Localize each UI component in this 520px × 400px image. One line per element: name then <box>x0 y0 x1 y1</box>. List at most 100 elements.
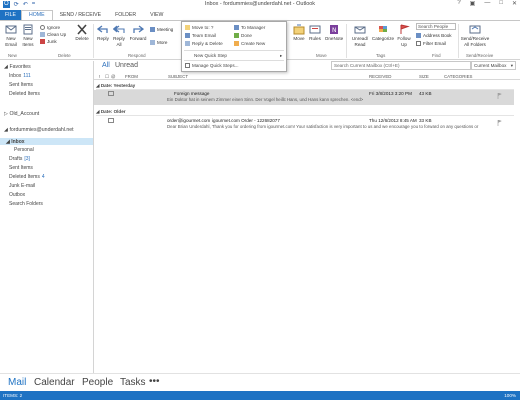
favorite-deleted-items[interactable]: Deleted Items <box>9 91 40 97</box>
nav-more-icon[interactable]: ••• <box>149 376 160 387</box>
nav-calendar[interactable]: Calendar <box>34 377 75 388</box>
folder-label: Inbox <box>11 139 25 145</box>
delete-button[interactable]: Delete <box>73 24 91 42</box>
reply-all-button[interactable]: Reply All <box>111 24 127 47</box>
help-icon[interactable]: ? <box>457 0 460 7</box>
message-row[interactable]: Foreign message Ein Doktor hat in seinem… <box>94 90 514 105</box>
quick-step-reply-delete[interactable]: Reply & Delete <box>185 41 223 46</box>
group-label-tags: Tags <box>376 53 386 58</box>
attachment-column-icon[interactable]: @ <box>111 74 115 79</box>
folder-inbox[interactable]: ◢ Inbox <box>6 139 25 145</box>
nav-mail[interactable]: Mail <box>8 377 26 388</box>
unread-count: 4 <box>41 174 45 180</box>
draft-count: [3] <box>24 156 30 162</box>
favorites-header[interactable]: ◢ Favorites <box>4 64 31 70</box>
follow-up-button[interactable]: Follow Up <box>395 24 413 47</box>
message-received: Thu 12/6/2012 8:45 AM <box>369 118 417 123</box>
column-size[interactable]: SIZE <box>419 74 429 79</box>
folder-deleted-items[interactable]: Deleted Items 4 <box>9 174 45 180</box>
tab-send-receive[interactable]: SEND / RECEIVE <box>53 10 109 20</box>
ignore-button[interactable]: Ignore <box>40 25 60 30</box>
folder-search-folders[interactable]: Search Folders <box>9 201 43 207</box>
tab-view[interactable]: VIEW <box>143 10 170 20</box>
team-email-icon <box>185 33 190 38</box>
new-quick-step-menu[interactable]: New Quick Step ▸ <box>194 53 282 59</box>
folder-label: Drafts <box>9 156 23 162</box>
tab-home[interactable]: HOME <box>21 10 53 20</box>
onenote-button[interactable]: N OneNote <box>324 24 344 42</box>
send-receive-all-label: Send/Receive All Folders <box>460 36 490 47</box>
ignore-label: Ignore <box>47 25 61 30</box>
quick-step-move-to[interactable]: Move to: ? <box>185 25 213 30</box>
folder-icon <box>185 25 190 30</box>
column-categories[interactable]: CATEGORIES <box>444 74 472 79</box>
search-people-input[interactable]: Search People <box>416 23 456 30</box>
folder-personal[interactable]: Personal <box>14 147 34 153</box>
nav-tasks[interactable]: Tasks <box>120 377 146 388</box>
old-account-header[interactable]: ▷ Old_Account <box>4 111 39 117</box>
column-from[interactable]: FROM <box>125 74 138 79</box>
address-book-button[interactable]: Address Book <box>416 33 452 38</box>
ribbon-display-icon[interactable]: ▣ <box>470 0 476 7</box>
reply-label: Reply <box>97 36 109 41</box>
onenote-icon: N <box>330 25 338 34</box>
message-list-header: ! ☐ @ FROM SUBJECT RECEIVED SIZE CATEGOR… <box>94 73 520 80</box>
account-header[interactable]: ◢ fordummies@underdahl.net <box>4 127 74 133</box>
group-label-delete: Delete <box>58 53 71 58</box>
ignore-icon <box>40 25 45 30</box>
forward-button[interactable]: Forward <box>128 24 148 42</box>
message-row[interactable]: order@igourmet.com igourmet.com Order - … <box>94 117 514 132</box>
move-icon <box>293 24 305 35</box>
tab-file[interactable]: FILE <box>0 10 21 20</box>
column-subject[interactable]: SUBJECT <box>168 74 188 79</box>
new-email-button[interactable]: New Email <box>3 24 19 47</box>
new-items-label: New Items <box>22 36 34 47</box>
icon-column-icon[interactable]: ☐ <box>105 74 109 80</box>
junk-button[interactable]: Junk <box>40 39 57 44</box>
search-scope-select[interactable]: Current Mailbox ▾ <box>471 61 516 70</box>
folder-label: Deleted Items <box>9 174 40 180</box>
folder-sent-items[interactable]: Sent Items <box>9 165 33 171</box>
filter-all[interactable]: All <box>102 62 110 69</box>
more-button[interactable]: More <box>150 40 167 45</box>
move-button[interactable]: Move <box>292 24 306 42</box>
column-received[interactable]: RECEIVED <box>369 74 391 79</box>
rules-button[interactable]: Rules <box>308 24 322 42</box>
search-input[interactable]: Search Current Mailbox (Ctrl+E) <box>331 61 471 70</box>
folder-outbox[interactable]: Outbox <box>9 192 25 198</box>
favorite-inbox[interactable]: Inbox 111 <box>9 73 31 79</box>
folder-junk-email[interactable]: Junk E-mail <box>9 183 35 189</box>
close-icon[interactable]: ✕ <box>512 0 517 7</box>
categorize-button[interactable]: Categorize <box>371 24 395 42</box>
new-items-button[interactable]: New Items <box>20 24 36 47</box>
filter-email-label: Filter Email <box>423 41 446 46</box>
send-receive-icon <box>469 25 481 34</box>
message-size: 33 KB <box>419 118 432 123</box>
flag-icon[interactable] <box>497 120 502 126</box>
filter-unread[interactable]: Unread <box>115 62 138 69</box>
svg-text:N: N <box>332 27 337 34</box>
folder-drafts[interactable]: Drafts [3] <box>9 156 30 162</box>
maximize-icon[interactable]: □ <box>499 0 503 7</box>
nav-people[interactable]: People <box>82 377 113 388</box>
clean-up-button[interactable]: Clean Up <box>40 32 66 37</box>
favorite-sent-items[interactable]: Sent Items <box>9 82 33 88</box>
reply-button[interactable]: Reply <box>95 24 111 42</box>
unread-read-icon <box>354 26 366 34</box>
zoom-level[interactable]: 100% <box>504 393 516 398</box>
quick-step-team-email[interactable]: Team Email <box>185 33 216 38</box>
send-receive-all-button[interactable]: Send/Receive All Folders <box>460 24 490 47</box>
junk-icon <box>40 39 45 44</box>
minimize-icon[interactable]: — <box>484 0 490 7</box>
filter-email-button[interactable]: Filter Email <box>416 41 446 46</box>
flag-icon[interactable] <box>497 93 502 99</box>
unread-read-button[interactable]: Unread/ Read <box>349 24 371 47</box>
importance-column-icon[interactable]: ! <box>99 74 100 79</box>
quick-step-done[interactable]: Done <box>234 33 252 38</box>
quick-step-create-new[interactable]: Create New <box>234 41 265 46</box>
folder-label: Outbox <box>9 192 26 198</box>
meeting-button[interactable]: Meeting <box>150 27 173 32</box>
quick-step-to-manager[interactable]: To Manager <box>234 25 265 30</box>
tab-folder[interactable]: FOLDER <box>108 10 143 20</box>
manage-quick-steps[interactable]: Manage Quick Steps... <box>185 63 238 68</box>
